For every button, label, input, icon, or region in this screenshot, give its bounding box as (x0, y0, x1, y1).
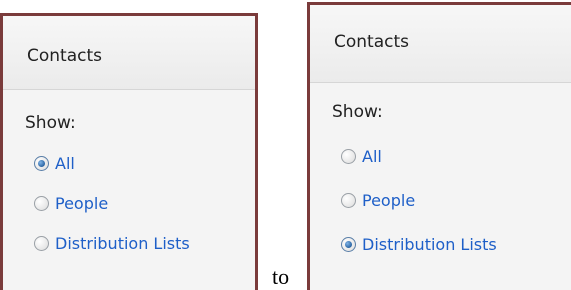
radio-option-all[interactable]: All (34, 150, 255, 176)
radio-option-people[interactable]: People (34, 190, 255, 216)
show-label: Show: (332, 102, 383, 122)
contacts-panel-after: Contacts Show: All People Distribution L… (307, 2, 571, 290)
radio-button-icon[interactable] (34, 235, 49, 251)
radio-label-distribution-lists[interactable]: Distribution Lists (55, 234, 190, 253)
radio-button-icon[interactable] (341, 192, 356, 208)
contacts-panel-before: Contacts Show: All People Distribution L… (0, 13, 258, 290)
panel-body: Show: All People Distribution Lists (3, 90, 255, 256)
panel-header: Contacts (310, 5, 571, 83)
radio-label-people[interactable]: People (362, 191, 415, 210)
radio-label-distribution-lists[interactable]: Distribution Lists (362, 235, 497, 254)
panel-title: Contacts (27, 46, 102, 66)
radio-button-icon[interactable] (341, 236, 356, 252)
panel-title: Contacts (334, 32, 409, 52)
show-label: Show: (25, 113, 76, 133)
panel-body: Show: All People Distribution Lists (310, 83, 571, 257)
radio-button-icon[interactable] (34, 195, 49, 211)
radio-label-all[interactable]: All (362, 147, 382, 166)
radio-option-people[interactable]: People (341, 187, 571, 213)
connector-text: to (272, 264, 290, 289)
radio-option-distribution-lists[interactable]: Distribution Lists (341, 231, 571, 257)
panel-header: Contacts (3, 16, 255, 90)
radio-label-all[interactable]: All (55, 154, 75, 173)
radio-label-people[interactable]: People (55, 194, 108, 213)
radio-option-distribution-lists[interactable]: Distribution Lists (34, 230, 255, 256)
radio-button-icon[interactable] (34, 155, 49, 171)
radio-option-all[interactable]: All (341, 143, 571, 169)
radio-button-icon[interactable] (341, 148, 356, 164)
